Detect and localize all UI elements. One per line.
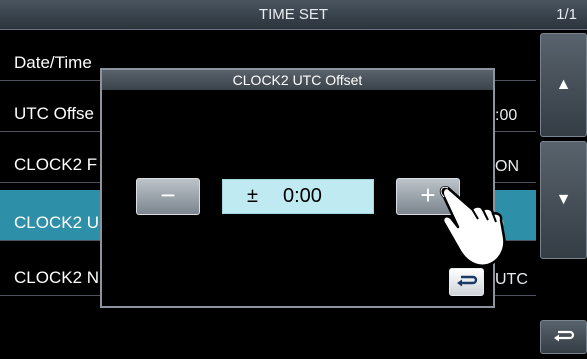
menu-item-value: ON <box>495 158 519 175</box>
title-bar: TIME SET 1/1 <box>0 0 587 30</box>
offset-sign: ± <box>247 185 258 207</box>
menu-item-label: CLOCK2 U <box>14 213 100 232</box>
offset-value-field: ± 0:00 <box>222 179 374 214</box>
return-arrow-icon <box>553 330 574 342</box>
scroll-down-button[interactable]: ▼ <box>540 141 587 259</box>
menu-item-label: CLOCK2 F <box>14 155 98 174</box>
return-arrow-icon <box>456 275 477 287</box>
back-button[interactable] <box>540 320 587 354</box>
menu-item-label: UTC Offse <box>14 104 94 123</box>
menu-item-value: UTC <box>495 271 528 288</box>
menu-item-label: Date/Time <box>14 53 92 72</box>
screen-title: TIME SET <box>258 6 329 23</box>
offset-value: 0:00 <box>283 185 322 207</box>
dialog-title: CLOCK2 UTC Offset <box>102 70 493 90</box>
pointing-hand-icon <box>439 186 506 267</box>
decrease-button[interactable]: − <box>136 178 200 215</box>
menu-item-value: :00 <box>495 107 518 124</box>
dialog-back-button[interactable] <box>449 268 484 296</box>
scroll-up-button[interactable]: ▲ <box>540 33 587 137</box>
menu-item-label: CLOCK2 N <box>14 268 100 287</box>
up-triangle-icon: ▲ <box>555 76 572 93</box>
down-triangle-icon: ▼ <box>555 191 572 208</box>
time-set-screen: TIME SET 1/1 Date/Time UTC Offse :00 CLO… <box>0 0 587 359</box>
page-indicator: 1/1 <box>556 6 577 23</box>
